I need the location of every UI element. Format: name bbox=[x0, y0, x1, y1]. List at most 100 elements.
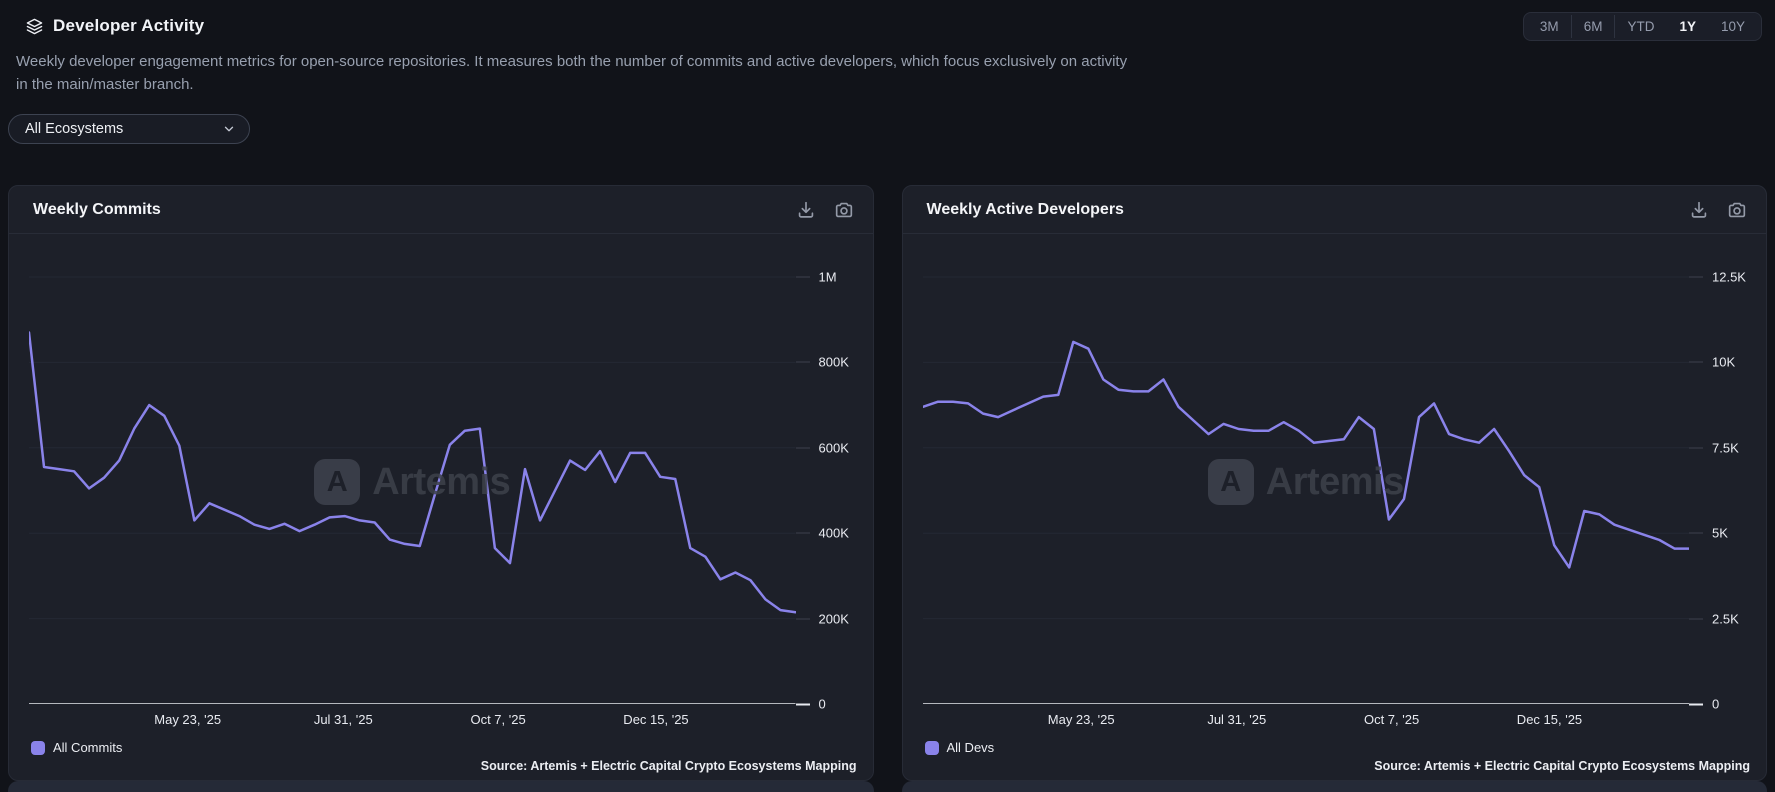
x-axis-label: Dec 15, '25 bbox=[623, 712, 688, 727]
source-attribution: Source: Artemis + Electric Capital Crypt… bbox=[1374, 759, 1750, 773]
legend-label: All Devs bbox=[947, 740, 995, 755]
chart-title: Weekly Commits bbox=[33, 201, 161, 219]
next-card-top-left bbox=[8, 781, 874, 792]
card-footer: All Devs bbox=[903, 734, 1767, 760]
y-tick-mark bbox=[796, 362, 810, 363]
y-tick-mark bbox=[1689, 277, 1703, 278]
x-axis-label: Dec 15, '25 bbox=[1517, 712, 1582, 727]
series-line bbox=[29, 333, 796, 613]
weekly-active-developers-card-header: Weekly Active Developers bbox=[903, 186, 1767, 234]
y-tick-mark bbox=[1689, 447, 1703, 448]
next-row-card-tops bbox=[0, 781, 1775, 792]
plot-area[interactable]: A Artemis bbox=[923, 234, 1690, 704]
y-axis-tick: 5K bbox=[1689, 526, 1766, 541]
x-axis: May 23, '25 Jul 31, '25 Oct 7, '25 Dec 15, … bbox=[923, 704, 1690, 734]
x-axis-label: May 23, '25 bbox=[154, 712, 221, 727]
camera-icon bbox=[1726, 199, 1748, 221]
y-axis-label: 600K bbox=[819, 440, 849, 455]
legend-label: All Commits bbox=[53, 740, 122, 755]
screenshot-button[interactable] bbox=[833, 199, 855, 221]
y-axis-tick: 1M bbox=[796, 270, 873, 285]
ecosystem-dropdown-value: All Ecosystems bbox=[25, 121, 123, 137]
y-axis-label: 10K bbox=[1712, 355, 1735, 370]
x-axis: May 23, '25 Jul 31, '25 Oct 7, '25 Dec 15, … bbox=[29, 704, 796, 734]
legend-item-all-commits[interactable]: All Commits bbox=[31, 740, 122, 755]
y-tick-mark bbox=[796, 447, 810, 448]
layers-icon bbox=[26, 18, 43, 35]
time-range-selector: 3M 6M YTD 1Y 10Y bbox=[1523, 12, 1762, 41]
chevron-down-icon bbox=[222, 122, 236, 136]
chart-cards-row: Weekly Commits A Artemis 0 200K 400K 600K 80… bbox=[0, 185, 1775, 781]
y-axis-tick: 800K bbox=[796, 355, 873, 370]
chart-title: Weekly Active Developers bbox=[927, 201, 1124, 219]
legend-item-all-devs[interactable]: All Devs bbox=[925, 740, 995, 755]
y-axis: 02.5K5K7.5K10K12.5K bbox=[1689, 234, 1766, 704]
y-tick-mark bbox=[796, 277, 810, 278]
y-axis-label: 12.5K bbox=[1712, 270, 1746, 285]
screenshot-button[interactable] bbox=[1726, 199, 1748, 221]
plot-area[interactable]: A Artemis bbox=[29, 234, 796, 704]
time-range-3m[interactable]: 3M bbox=[1528, 15, 1571, 38]
ecosystem-dropdown[interactable]: All Ecosystems bbox=[8, 114, 250, 144]
x-axis-label: Oct 7, '25 bbox=[470, 712, 525, 727]
y-tick-mark bbox=[1689, 703, 1703, 705]
y-axis-tick: 600K bbox=[796, 440, 873, 455]
y-axis-tick: 400K bbox=[796, 526, 873, 541]
download-csv-button[interactable] bbox=[795, 199, 817, 221]
y-axis-tick: 0 bbox=[796, 697, 873, 712]
devs-line-plot bbox=[923, 234, 1690, 704]
legend-swatch bbox=[925, 741, 939, 755]
page-header: Developer Activity 3M 6M YTD 1Y 10Y Week… bbox=[0, 0, 1775, 144]
y-tick-mark bbox=[796, 618, 810, 619]
time-range-1y[interactable]: 1Y bbox=[1666, 15, 1708, 38]
y-tick-mark bbox=[796, 703, 810, 705]
y-tick-mark bbox=[796, 533, 810, 534]
x-axis-label: Jul 31, '25 bbox=[1207, 712, 1266, 727]
time-range-ytd[interactable]: YTD bbox=[1614, 15, 1666, 38]
download-csv-button[interactable] bbox=[1688, 199, 1710, 221]
y-axis-tick: 200K bbox=[796, 611, 873, 626]
y-axis-label: 5K bbox=[1712, 526, 1728, 541]
y-axis-tick: 7.5K bbox=[1689, 440, 1766, 455]
y-tick-mark bbox=[1689, 362, 1703, 363]
weekly-commits-card-header: Weekly Commits bbox=[9, 186, 873, 234]
weekly-commits-card: Weekly Commits A Artemis 0 200K 400K 600K 80… bbox=[8, 185, 874, 781]
y-axis-tick: 10K bbox=[1689, 355, 1766, 370]
y-axis-label: 400K bbox=[819, 526, 849, 541]
legend-swatch bbox=[31, 741, 45, 755]
weekly-commits-chart[interactable]: A Artemis 0 200K 400K 600K 800K 1M May 23, '2… bbox=[9, 234, 873, 734]
card-actions bbox=[795, 199, 855, 221]
card-footer: All Commits bbox=[9, 734, 873, 760]
y-axis-label: 200K bbox=[819, 611, 849, 626]
y-axis-tick: 12.5K bbox=[1689, 270, 1766, 285]
page-title: Developer Activity bbox=[53, 16, 204, 36]
x-axis-label: Jul 31, '25 bbox=[314, 712, 373, 727]
next-card-top-right bbox=[902, 781, 1768, 792]
camera-icon bbox=[833, 199, 855, 221]
download-icon bbox=[1688, 199, 1710, 221]
y-axis-label: 0 bbox=[1712, 697, 1719, 712]
y-axis-label: 0 bbox=[819, 697, 826, 712]
y-axis-label: 1M bbox=[819, 270, 837, 285]
x-axis-label: May 23, '25 bbox=[1048, 712, 1115, 727]
y-tick-mark bbox=[1689, 533, 1703, 534]
y-axis-tick: 2.5K bbox=[1689, 611, 1766, 626]
y-axis-label: 800K bbox=[819, 355, 849, 370]
card-actions bbox=[1688, 199, 1748, 221]
weekly-active-developers-chart[interactable]: A Artemis 0 2.5K 5K 7.5K 10K 12.5K May 23, '2… bbox=[903, 234, 1767, 734]
description-line-1: Weekly developer engagement metrics for … bbox=[16, 53, 1127, 70]
title-row: Developer Activity bbox=[26, 14, 1762, 38]
source-attribution: Source: Artemis + Electric Capital Crypt… bbox=[481, 759, 857, 773]
y-axis-label: 2.5K bbox=[1712, 611, 1739, 626]
page-description: Weekly developer engagement metrics for … bbox=[8, 50, 1762, 96]
y-axis-label: 7.5K bbox=[1712, 440, 1739, 455]
time-range-10y[interactable]: 10Y bbox=[1708, 15, 1757, 38]
download-icon bbox=[795, 199, 817, 221]
y-axis-tick: 0 bbox=[1689, 697, 1766, 712]
y-axis: 0200K400K600K800K1M bbox=[796, 234, 873, 704]
time-range-6m[interactable]: 6M bbox=[1571, 15, 1615, 38]
commits-line-plot bbox=[29, 234, 796, 704]
y-tick-mark bbox=[1689, 618, 1703, 619]
x-axis-label: Oct 7, '25 bbox=[1364, 712, 1419, 727]
weekly-active-developers-card: Weekly Active Developers A Artemis 0 2.5K… bbox=[902, 185, 1768, 781]
